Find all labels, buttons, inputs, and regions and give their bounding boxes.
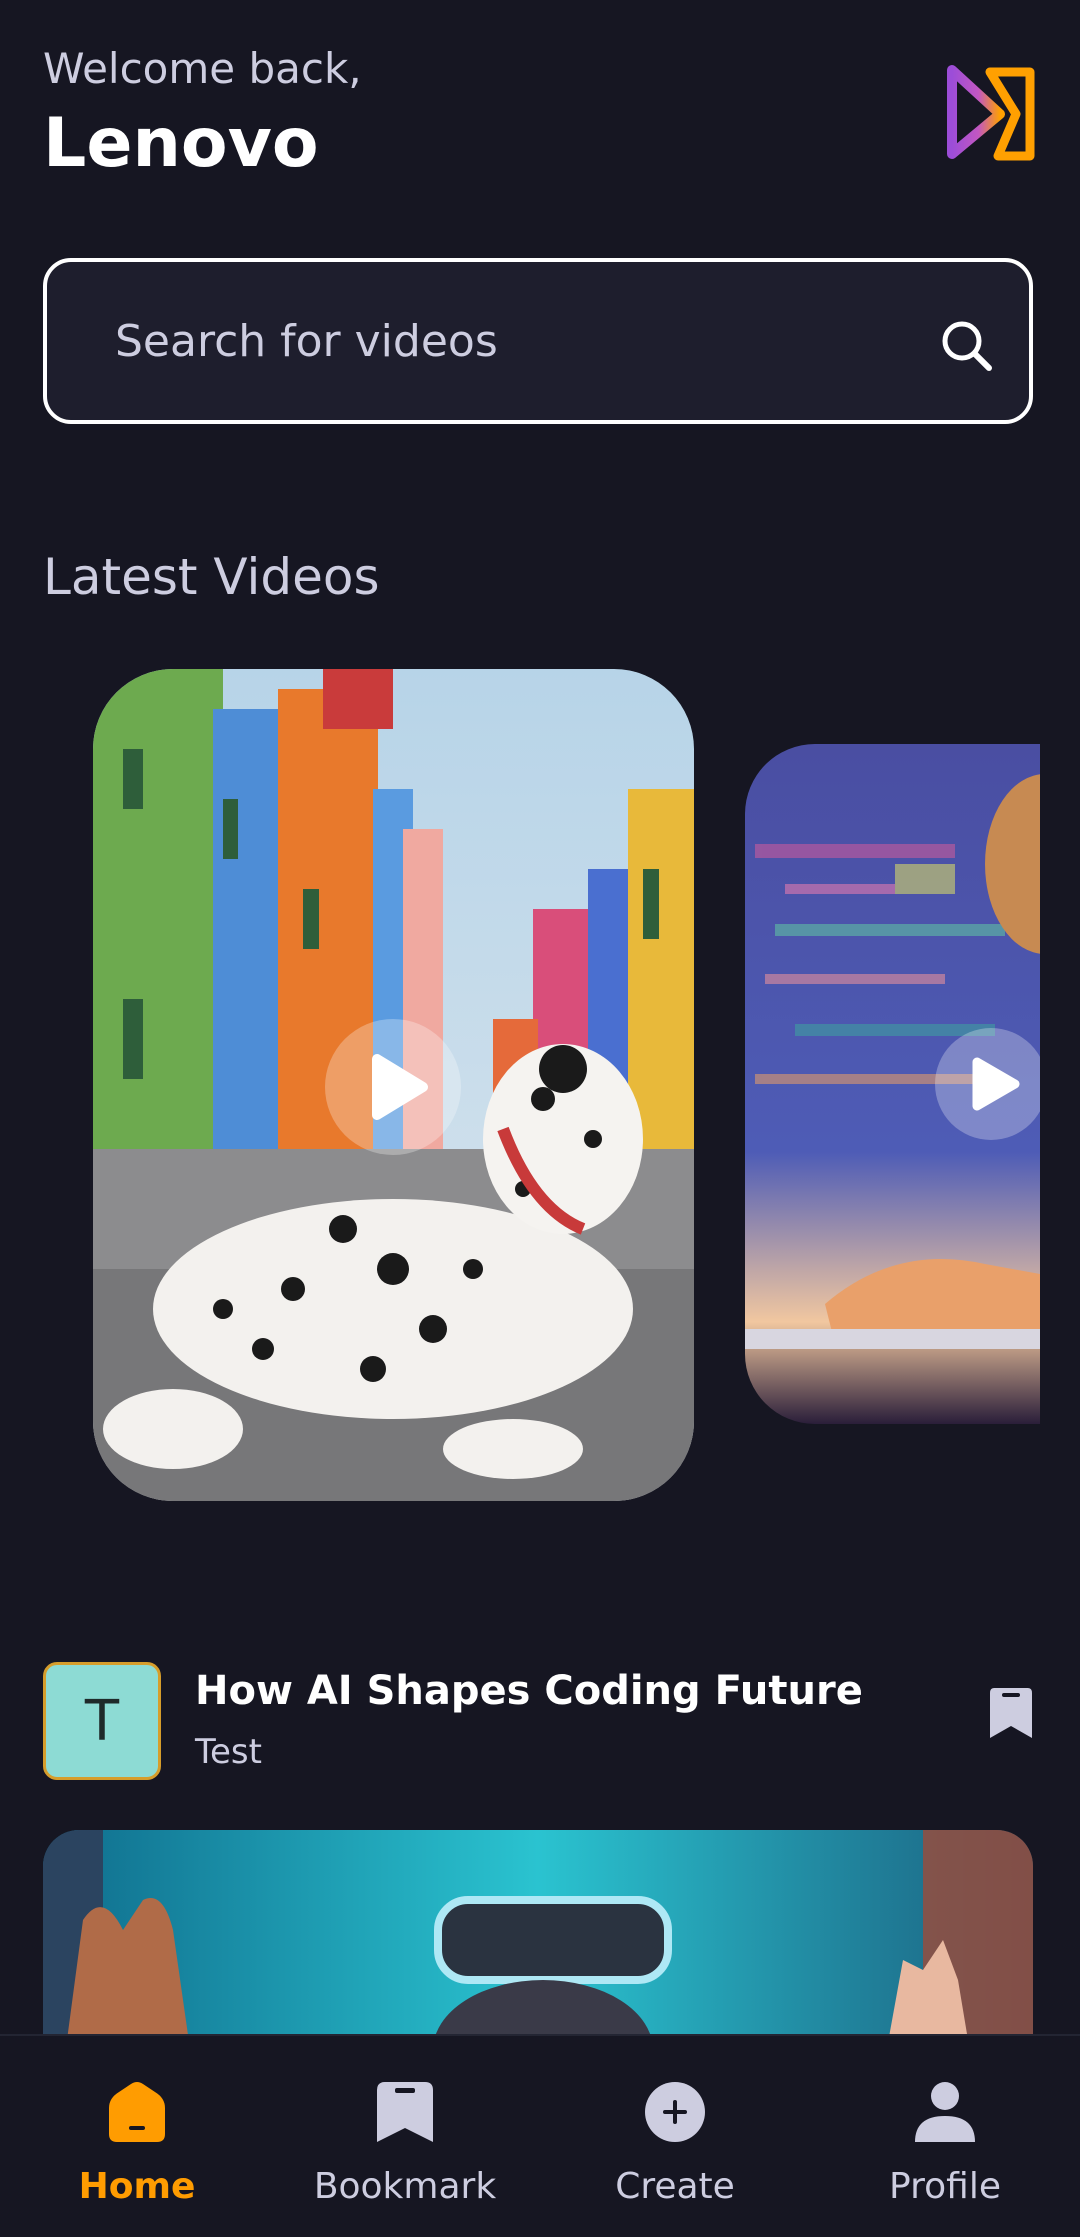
search-bar[interactable] [43,258,1033,424]
trending-video-card[interactable] [93,669,694,1501]
bookmark-icon [377,2082,433,2142]
home-icon [109,2082,165,2142]
latest-videos-title: Latest Videos [43,548,380,606]
tab-label: Bookmark [313,2166,497,2207]
username: Lenovo [43,104,319,183]
welcome-text: Welcome back, [43,44,362,93]
bottom-tab-bar: Home Bookmark Create Profile [0,2034,1080,2237]
plus-icon [645,2082,705,2142]
profile-icon [915,2082,975,2142]
creator-name: Test [195,1732,262,1772]
tab-label: Create [615,2166,735,2207]
play-button[interactable] [935,1028,1040,1140]
tab-create[interactable]: Create [575,2036,775,2237]
video-post-header: T How AI Shapes Coding Future Test [43,1660,1033,1785]
tab-bookmark[interactable]: Bookmark [305,2036,505,2237]
play-icon [372,1054,428,1120]
creator-avatar[interactable]: T [43,1662,161,1780]
bookmark-icon[interactable] [986,1684,1036,1740]
play-icon [972,1057,1020,1111]
tab-label: Profile [889,2166,1001,2207]
trending-video-card[interactable] [745,744,1040,1424]
search-icon[interactable] [937,316,997,376]
tab-label: Home [78,2166,196,2207]
video-title: How AI Shapes Coding Future [195,1668,863,1714]
search-input[interactable] [113,300,897,382]
tab-profile[interactable]: Profile [845,2036,1045,2237]
play-button[interactable] [325,1019,461,1155]
app-logo-icon [947,65,1035,161]
tab-home[interactable]: Home [37,2036,237,2237]
